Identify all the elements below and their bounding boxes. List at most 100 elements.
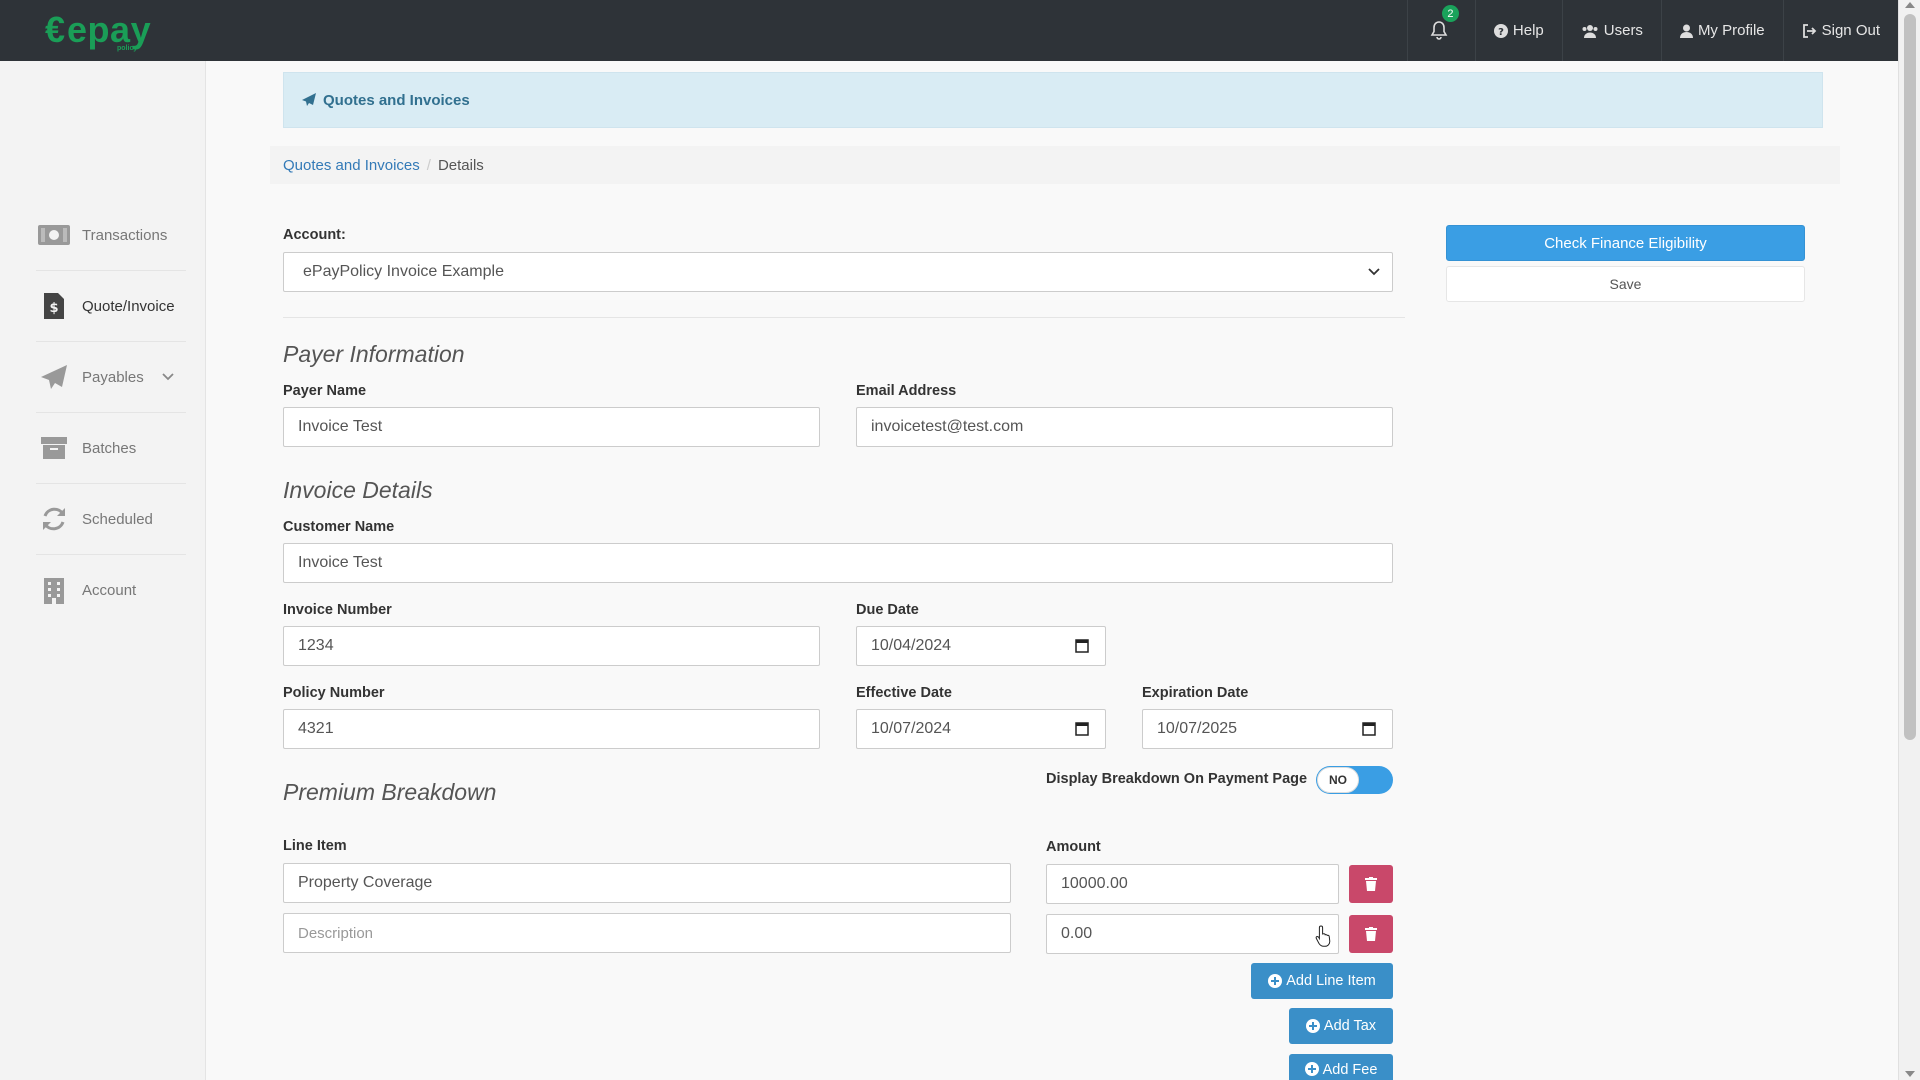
breadcrumb-quotes-invoices-link[interactable]: Quotes and Invoices [283, 157, 420, 174]
sidebar-item-quote-invoice[interactable]: $ Quote/Invoice [36, 271, 186, 342]
amount-input[interactable]: 10000.00 [1046, 864, 1339, 904]
add-tax-button[interactable]: Add Tax [1289, 1008, 1393, 1044]
email-address-input[interactable]: invoicetest@test.com [856, 407, 1393, 447]
calendar-icon[interactable] [1075, 721, 1089, 736]
hand-cursor-icon [1315, 925, 1331, 947]
sidebar-item-label: Scheduled [82, 510, 153, 528]
due-date-input[interactable]: 10/04/2024 [856, 626, 1106, 666]
building-icon [36, 576, 72, 606]
email-address-label: Email Address [856, 383, 957, 399]
check-finance-eligibility-button[interactable]: Check Finance Eligibility [1446, 225, 1805, 261]
help-link[interactable]: ? Help [1474, 0, 1562, 61]
sign-out-icon [1802, 23, 1816, 38]
customer-name-input[interactable]: Invoice Test [283, 543, 1393, 583]
effective-date-input[interactable]: 10/07/2024 [856, 709, 1106, 749]
payer-name-input[interactable]: Invoice Test [283, 407, 820, 447]
invoice-details-heading: Invoice Details [283, 477, 433, 503]
due-date-value: 10/04/2024 [871, 637, 952, 654]
invoice-number-value: 1234 [298, 637, 334, 654]
section-divider [283, 317, 1405, 318]
email-address-value: invoicetest@test.com [871, 418, 1024, 435]
trash-icon [1365, 927, 1377, 941]
line-item-description-input[interactable]: Description [283, 913, 1011, 953]
sidebar: Transactions $ Quote/Invoice Payables Ba… [0, 61, 206, 1080]
save-button[interactable]: Save [1446, 266, 1805, 302]
account-select-value: ePayPolicy Invoice Example [303, 263, 504, 280]
sidebar-item-transactions[interactable]: Transactions [36, 200, 186, 271]
plus-circle-icon [1305, 1019, 1320, 1033]
my-profile-label: My Profile [1697, 22, 1765, 39]
payer-name-value: Invoice Test [298, 418, 383, 435]
epay-logo[interactable]: € epay policy [45, 12, 151, 53]
trash-icon [1365, 877, 1377, 891]
scroll-down-arrow-icon[interactable] [1905, 1071, 1915, 1077]
premium-breakdown-heading: Premium Breakdown [283, 779, 497, 805]
line-item-label: Line Item [283, 838, 347, 854]
amount-value: 10000.00 [1061, 875, 1128, 892]
sidebar-item-batches[interactable]: Batches [36, 413, 186, 484]
users-link[interactable]: Users [1561, 0, 1661, 61]
add-line-item-button[interactable]: Add Line Item [1251, 963, 1393, 999]
payer-name-label: Payer Name [283, 383, 367, 399]
invoice-number-label: Invoice Number [283, 602, 392, 618]
amount-label: Amount [1046, 839, 1101, 855]
notification-count-badge: 2 [1441, 5, 1459, 22]
effective-date-label: Effective Date [856, 685, 952, 701]
breadcrumb-current: Details [437, 156, 484, 174]
scroll-up-arrow-icon[interactable] [1905, 2, 1915, 8]
effective-date-value: 10/07/2024 [871, 720, 952, 737]
users-label: Users [1603, 22, 1643, 39]
account-label: Account: [283, 227, 346, 243]
sidebar-item-label: Quote/Invoice [82, 297, 175, 315]
notifications-button[interactable]: 2 [1406, 0, 1475, 61]
paper-plane-icon [36, 362, 72, 392]
top-navbar: € epay policy 2 ? Help Users My Profile … [0, 0, 1898, 61]
line-item-input[interactable]: Property Coverage [283, 863, 1011, 903]
calendar-icon[interactable] [1362, 721, 1376, 736]
my-profile-link[interactable]: My Profile [1660, 0, 1783, 61]
amount-value: 0.00 [1061, 925, 1093, 942]
chevron-down-icon [1368, 268, 1380, 276]
description-placeholder: Description [298, 924, 374, 942]
account-select[interactable]: ePayPolicy Invoice Example [283, 252, 1393, 292]
page-scrollbar[interactable] [1898, 0, 1920, 1080]
calendar-icon[interactable] [1075, 638, 1089, 653]
breadcrumb: Quotes and Invoices / Details [270, 146, 1840, 184]
sidebar-item-label: Account [82, 582, 137, 599]
chevron-down-icon[interactable] [162, 373, 174, 381]
customer-name-value: Invoice Test [298, 554, 383, 571]
sidebar-item-account[interactable]: Account [36, 555, 186, 626]
policy-number-label: Policy Number [283, 685, 385, 701]
sign-out-label: Sign Out [1821, 22, 1880, 39]
expiration-date-input[interactable]: 10/07/2025 [1142, 709, 1393, 749]
sidebar-item-label: Payables [82, 368, 144, 386]
display-breakdown-label: Display Breakdown On Payment Page [1046, 771, 1308, 787]
sidebar-item-scheduled[interactable]: Scheduled [36, 484, 186, 555]
expiration-date-label: Expiration Date [1142, 685, 1249, 701]
page-title: Quotes and Invoices [323, 91, 470, 109]
refresh-icon [36, 504, 72, 534]
expiration-date-value: 10/07/2025 [1157, 720, 1238, 737]
amount-input[interactable]: 0.00 [1046, 914, 1339, 954]
page-header-banner: Quotes and Invoices [283, 72, 1823, 128]
bell-icon [1430, 20, 1448, 40]
delete-line-item-button[interactable] [1349, 865, 1393, 903]
plus-circle-icon [1304, 1062, 1319, 1076]
user-icon [1679, 24, 1693, 38]
help-label: Help [1512, 22, 1544, 39]
sidebar-item-payables[interactable]: Payables [36, 342, 186, 413]
display-breakdown-toggle[interactable]: NO [1316, 766, 1393, 794]
invoice-number-input[interactable]: 1234 [283, 626, 820, 666]
top-nav-links: 2 ? Help Users My Profile Sign Out [1406, 0, 1898, 61]
delete-line-item-button[interactable] [1349, 915, 1393, 953]
policy-number-input[interactable]: 4321 [283, 709, 820, 749]
archive-icon [36, 433, 72, 463]
line-item-value: Property Coverage [298, 874, 433, 891]
add-fee-label: Add Fee [1322, 1062, 1378, 1078]
sign-out-link[interactable]: Sign Out [1782, 0, 1898, 61]
scrollbar-thumb[interactable] [1904, 14, 1916, 740]
invoice-icon: $ [36, 291, 72, 321]
add-fee-button[interactable]: Add Fee [1289, 1054, 1393, 1080]
users-icon [1582, 24, 1598, 38]
due-date-label: Due Date [856, 602, 919, 618]
